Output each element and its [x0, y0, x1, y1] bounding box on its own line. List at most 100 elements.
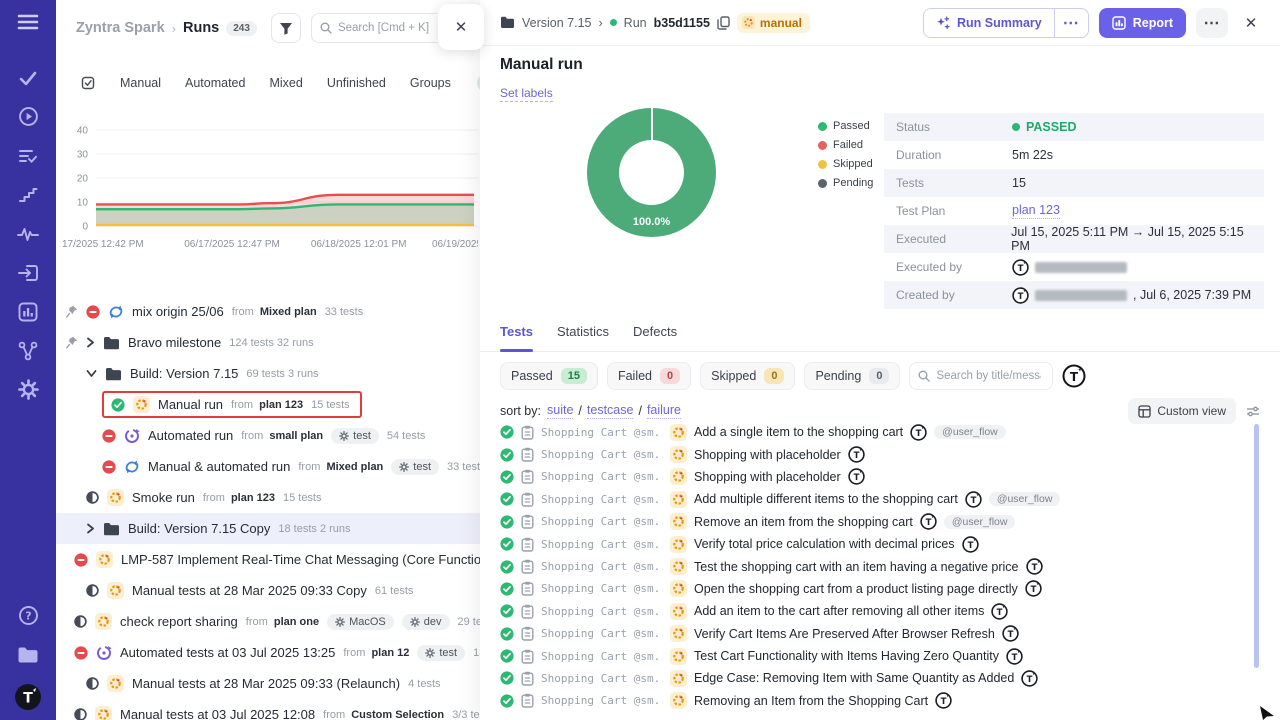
copy-icon[interactable] — [717, 16, 730, 30]
view-settings-icon[interactable] — [1246, 405, 1260, 418]
filter-failed[interactable]: Failed0 — [607, 362, 691, 390]
panel-close-button[interactable]: ✕ — [438, 4, 484, 50]
run-row[interactable]: Smoke runfrom plan 12315 tests — [56, 482, 480, 513]
more-actions-button[interactable]: ⋯ — [1196, 8, 1228, 38]
run-row[interactable]: Automated runfrom small plantest54 tests — [56, 420, 480, 451]
test-row[interactable]: Shopping Cart @sm...Test Cart Functional… — [480, 645, 1280, 667]
run-from-plan[interactable]: from plan 12 — [343, 647, 409, 659]
menu-icon[interactable] — [0, 0, 56, 44]
sort-by-failure[interactable]: failure — [647, 403, 681, 419]
tab-unfinished[interactable]: Unfinished — [327, 76, 386, 90]
test-suite: Shopping Cart @sm... — [541, 694, 663, 707]
table-view-icon — [1138, 405, 1151, 418]
report-button[interactable]: Report — [1099, 8, 1186, 38]
tests-scrollbar[interactable] — [1254, 424, 1259, 668]
run-summary-split-button: Run Summary ⋯ — [923, 8, 1089, 38]
runs-panel: Zyntra Spark › Runs 243 ✕ ManualAutomate… — [56, 0, 480, 720]
tab-groups[interactable]: Groups — [410, 76, 451, 90]
run-row[interactable]: Build: Version 7.1569 tests 3 runs — [56, 358, 480, 389]
set-labels-link[interactable]: Set labels — [500, 86, 553, 102]
drawer-close-button[interactable]: ✕ — [1238, 14, 1264, 32]
run-from-plan[interactable]: from Mixed plan — [232, 306, 317, 318]
filter-passed[interactable]: Passed15 — [500, 362, 598, 390]
tab-defects[interactable]: Defects — [633, 324, 677, 351]
imports-icon[interactable] — [0, 253, 56, 292]
activity-icon[interactable] — [0, 214, 56, 253]
run-row[interactable]: Manual runfrom plan 12315 tests — [56, 389, 480, 420]
test-row[interactable]: Shopping Cart @sm...Remove an item from … — [480, 511, 1280, 533]
test-cases-icon[interactable] — [0, 136, 56, 175]
tab-tests[interactable]: Tests — [500, 324, 533, 351]
test-row[interactable]: Shopping Cart @sm...Test the shopping ca… — [480, 555, 1280, 577]
status-passed-icon — [500, 694, 514, 708]
run-row[interactable]: Manual tests at 28 Mar 2025 09:33 (Relau… — [56, 668, 480, 699]
mixed-icon — [124, 459, 140, 475]
run-row[interactable]: mix origin 25/06from Mixed plan33 tests — [56, 296, 480, 327]
tab-automated[interactable]: Automated — [185, 76, 245, 90]
manual-icon — [107, 489, 124, 506]
run-row[interactable]: LMP-587 Implement Real-Time Chat Messagi… — [56, 544, 480, 575]
run-name: check report sharing — [120, 614, 238, 629]
sort-by-suite[interactable]: suite — [547, 403, 573, 419]
run-row[interactable]: Automated tests at 03 Jul 2025 13:25from… — [56, 637, 480, 668]
test-row[interactable]: Shopping Cart @sm...Add a single item to… — [480, 421, 1280, 443]
settings-gear-icon[interactable] — [0, 370, 56, 409]
test-row[interactable]: Shopping Cart @sm...Verify Cart Items Ar… — [480, 623, 1280, 645]
milestones-icon[interactable] — [0, 331, 56, 370]
run-row[interactable]: check report sharingfrom plan oneMacOSde… — [56, 606, 480, 637]
run-summary-more-button[interactable]: ⋯ — [1054, 9, 1088, 37]
analytics-icon[interactable] — [0, 292, 56, 331]
test-row[interactable]: Shopping Cart @sm...Verify total price c… — [480, 533, 1280, 555]
tests-search[interactable] — [909, 362, 1053, 390]
tab-statistics[interactable]: Statistics — [557, 324, 609, 351]
test-title: Test the shopping cart with an item havi… — [694, 560, 1019, 574]
tab-mixed[interactable]: Mixed — [269, 76, 302, 90]
run-from-plan[interactable]: from Custom Selection — [323, 709, 444, 720]
runs-search-input[interactable] — [338, 22, 448, 34]
test-row[interactable]: Shopping Cart @sm...Edge Case: Removing … — [480, 667, 1280, 689]
sort-by-testcase[interactable]: testcase — [587, 403, 634, 419]
account-avatar[interactable]: T — [0, 674, 56, 720]
breadcrumb-project[interactable]: Zyntra Spark — [76, 20, 165, 36]
test-row[interactable]: Shopping Cart @sm...Shopping with placeh… — [480, 443, 1280, 465]
chevron-down-icon — [86, 369, 97, 378]
test-row[interactable]: Shopping Cart @sm...Open the shopping ca… — [480, 578, 1280, 600]
filter-skipped[interactable]: Skipped0 — [700, 362, 795, 390]
run-from-plan[interactable]: from plan 123 — [231, 399, 303, 411]
run-row[interactable]: Manual tests at 28 Mar 2025 09:33 Copy61… — [56, 575, 480, 606]
test-title: Shopping with placeholder — [694, 448, 841, 462]
run-row[interactable]: Build: Version 7.15 Copy18 tests 2 runs — [56, 513, 480, 544]
test-row[interactable]: Shopping Cart @sm...Shopping with placeh… — [480, 466, 1280, 488]
test-row[interactable]: Shopping Cart @sm...Add multiple differe… — [480, 488, 1280, 510]
run-breadcrumb-folder[interactable]: Version 7.15 — [522, 16, 592, 30]
run-row[interactable]: Manual & automated runfrom Mixed plantes… — [56, 451, 480, 482]
help-icon[interactable]: ? — [0, 596, 56, 635]
tests-icon[interactable] — [0, 58, 56, 97]
assignee-avatar[interactable]: T — [1062, 364, 1086, 388]
filter-button[interactable] — [271, 13, 301, 43]
run-from-plan[interactable]: from small plan — [241, 430, 323, 442]
projects-folder-icon[interactable] — [0, 635, 56, 674]
search-icon — [320, 22, 332, 34]
manual-icon — [96, 551, 113, 568]
test-row[interactable]: Shopping Cart @sm...Removing an Item fro… — [480, 690, 1280, 712]
test-row[interactable]: Shopping Cart @sm...Add an item to the c… — [480, 600, 1280, 622]
run-row[interactable]: Manual tests at 03 Jul 2025 12:08from Cu… — [56, 699, 480, 720]
steps-icon[interactable] — [0, 175, 56, 214]
run-from-plan[interactable]: from Mixed plan — [298, 461, 383, 473]
filter-pending[interactable]: Pending0 — [804, 362, 900, 390]
tab-manual[interactable]: Manual — [120, 76, 161, 90]
run-summary-button[interactable]: Run Summary — [924, 9, 1054, 37]
run-from-plan[interactable]: from plan one — [246, 616, 319, 628]
runs-icon[interactable] — [0, 97, 56, 136]
run-row[interactable]: Bravo milestone124 tests 32 runs — [56, 327, 480, 358]
tests-search-input[interactable] — [936, 370, 1041, 382]
folder-icon — [105, 367, 122, 381]
run-from-plan[interactable]: from plan 123 — [203, 492, 275, 504]
test-title: Verify total price calculation with deci… — [694, 537, 955, 551]
svg-text:T: T — [853, 473, 859, 483]
test-plan-link[interactable]: plan 123 — [1012, 203, 1060, 219]
select-all-icon[interactable] — [80, 75, 96, 91]
svg-text:06/18/2025 12:01 PM: 06/18/2025 12:01 PM — [311, 239, 407, 250]
status-passed-icon — [500, 425, 514, 439]
